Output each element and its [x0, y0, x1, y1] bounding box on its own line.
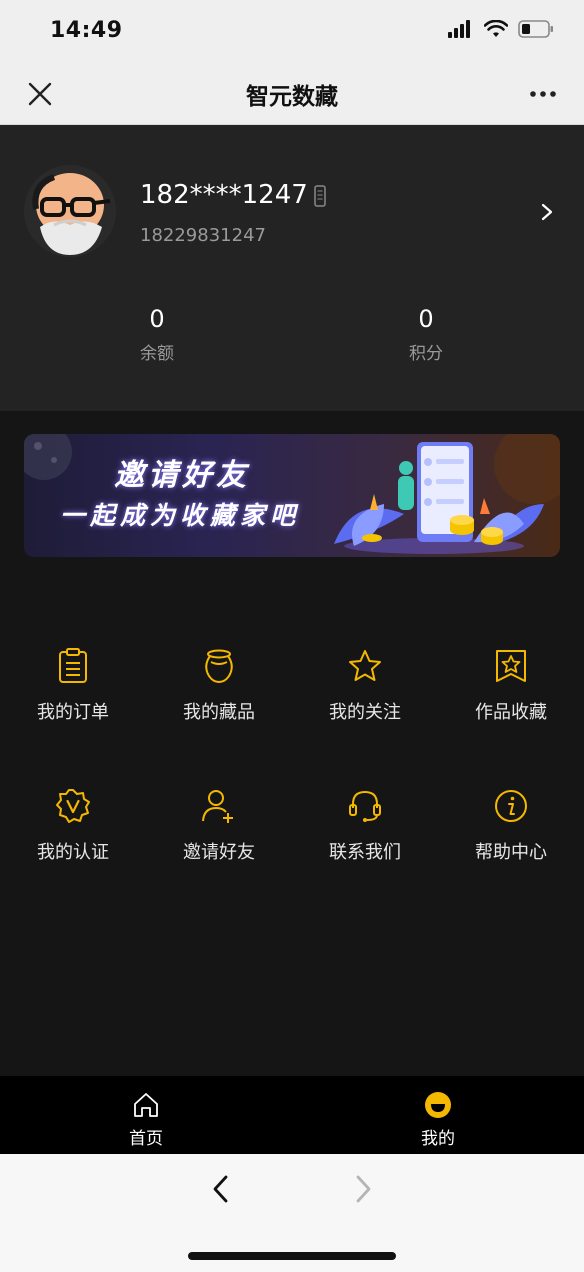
page-title: 智元数藏 — [246, 84, 338, 110]
tab-label: 我的 — [421, 1129, 455, 1149]
verified-badge-icon — [56, 789, 90, 823]
menu-label: 作品收藏 — [475, 702, 547, 723]
status-icons — [448, 20, 554, 38]
stat-points[interactable]: 0 积分 — [366, 305, 486, 364]
tab-home[interactable]: 首页 — [86, 1090, 206, 1149]
username: 182****1247 — [140, 180, 308, 210]
points-label: 积分 — [409, 344, 443, 364]
menu-works-favorites[interactable]: 作品收藏 — [438, 648, 584, 738]
invite-banner[interactable]: 邀请好友 一起成为收藏家吧 — [24, 434, 560, 557]
status-time: 14:49 — [50, 18, 123, 43]
menu-label: 帮助中心 — [475, 842, 547, 863]
home-indicator — [188, 1252, 396, 1260]
balance-label: 余额 — [140, 344, 174, 364]
info-circle-icon — [495, 790, 527, 822]
status-bar: 14:49 — [0, 0, 584, 62]
battery-icon — [518, 20, 553, 38]
menu-invite-friends[interactable]: 邀请好友 — [146, 788, 292, 878]
clipboard-list-icon — [59, 648, 87, 683]
tab-mine[interactable]: 我的 — [378, 1090, 498, 1149]
stat-balance[interactable]: 0 余额 — [97, 305, 217, 364]
phone-icon — [314, 185, 326, 207]
avatar[interactable] — [24, 165, 116, 257]
menu-label: 我的订单 — [37, 702, 109, 723]
banner-illustration — [334, 434, 560, 554]
smile-icon — [425, 1092, 451, 1118]
home-icon — [134, 1093, 158, 1117]
back-arrow-icon[interactable] — [206, 1172, 236, 1206]
phone-number: 18229831247 — [140, 225, 266, 246]
more-icon[interactable] — [528, 80, 558, 108]
menu-my-verification[interactable]: 我的认证 — [0, 788, 146, 878]
banner-title: 邀请好友 — [114, 458, 250, 493]
menu-my-orders[interactable]: 我的订单 — [0, 648, 146, 738]
banner-subtitle: 一起成为收藏家吧 — [60, 501, 301, 530]
wifi-icon — [484, 20, 508, 37]
avatar-illustration — [24, 165, 116, 257]
planet-decoration — [24, 434, 72, 480]
points-value: 0 — [418, 305, 434, 333]
tab-bar: 首页 我的 — [0, 1076, 584, 1154]
menu-contact-us[interactable]: 联系我们 — [292, 788, 438, 878]
profile-card[interactable]: 182****1247 18229831247 0 余额 0 积分 — [0, 125, 584, 411]
menu-label: 我的关注 — [329, 702, 401, 723]
menu-label: 我的藏品 — [183, 702, 255, 723]
cellular-signal-icon — [448, 20, 470, 38]
bookmark-star-icon — [496, 650, 526, 682]
menu-label: 我的认证 — [37, 842, 109, 863]
menu-help-center[interactable]: 帮助中心 — [438, 788, 584, 878]
nav-bar: 智元数藏 — [0, 62, 584, 125]
menu-my-follows[interactable]: 我的关注 — [292, 648, 438, 738]
browser-toolbar — [0, 1154, 584, 1272]
menu-label: 邀请好友 — [183, 842, 255, 863]
add-user-icon — [202, 790, 233, 823]
headset-icon — [349, 790, 381, 822]
menu-my-collection[interactable]: 我的藏品 — [146, 648, 292, 738]
star-icon — [349, 650, 381, 681]
forward-arrow-icon[interactable] — [348, 1172, 378, 1206]
tab-label: 首页 — [129, 1129, 163, 1149]
chevron-right-icon[interactable] — [540, 203, 554, 221]
balance-value: 0 — [149, 305, 165, 333]
menu-label: 联系我们 — [329, 842, 401, 863]
pot-icon — [205, 649, 233, 684]
